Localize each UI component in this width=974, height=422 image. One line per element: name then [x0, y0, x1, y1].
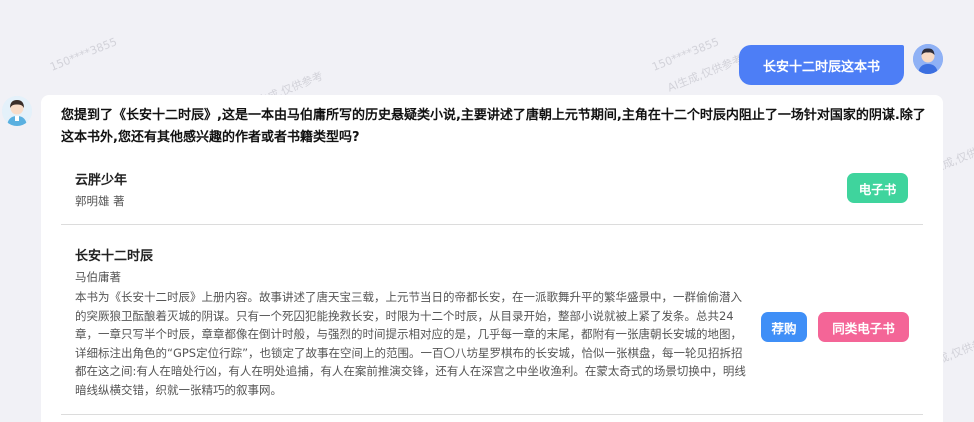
ebook-button[interactable]: 电子书 [847, 173, 908, 203]
book-author: 马伯庸著 [75, 270, 121, 284]
book-item: 长安十二时辰 马伯庸著 本书为《长安十二时辰》上册内容。故事讲述了唐天宝三载，上… [61, 237, 923, 415]
similar-ebooks-button[interactable]: 同类电子书 [818, 312, 909, 342]
watermark: AI生成,仅供参考 [665, 52, 745, 95]
user-avatar-icon [913, 44, 943, 74]
user-message-bubble: 长安十二时辰这本书 [739, 45, 904, 85]
recommend-purchase-button[interactable]: 荐购 [761, 312, 807, 342]
user-avatar [913, 44, 943, 74]
book-item: 云胖少年 郭明雄 著 电子书 [61, 165, 923, 225]
assistant-message-card: 您提到了《长安十二时辰》,这是一本由马伯庸所写的历史悬疑类小说,主要讲述了唐朝上… [41, 95, 943, 422]
book-description: 本书为《长安十二时辰》上册内容。故事讲述了唐天宝三载，上元节当日的帝都长安，在一… [75, 290, 746, 397]
watermark: 150****3855 [48, 35, 119, 74]
watermark: 150****3855 [650, 35, 721, 74]
assistant-intro-text: 您提到了《长安十二时辰》,这是一本由马伯庸所写的历史悬疑类小说,主要讲述了唐朝上… [61, 108, 926, 145]
user-message-text: 长安十二时辰这本书 [762, 59, 880, 75]
assistant-avatar-icon [2, 96, 32, 126]
assistant-avatar [2, 96, 32, 126]
book-author: 郭明雄 著 [75, 194, 125, 208]
book-title: 云胖少年 [75, 173, 128, 188]
book-title: 长安十二时辰 [75, 249, 154, 264]
chat-page: 150****3855 AI生成,仅供参考 150****3855 AI生成,仅… [0, 0, 974, 422]
